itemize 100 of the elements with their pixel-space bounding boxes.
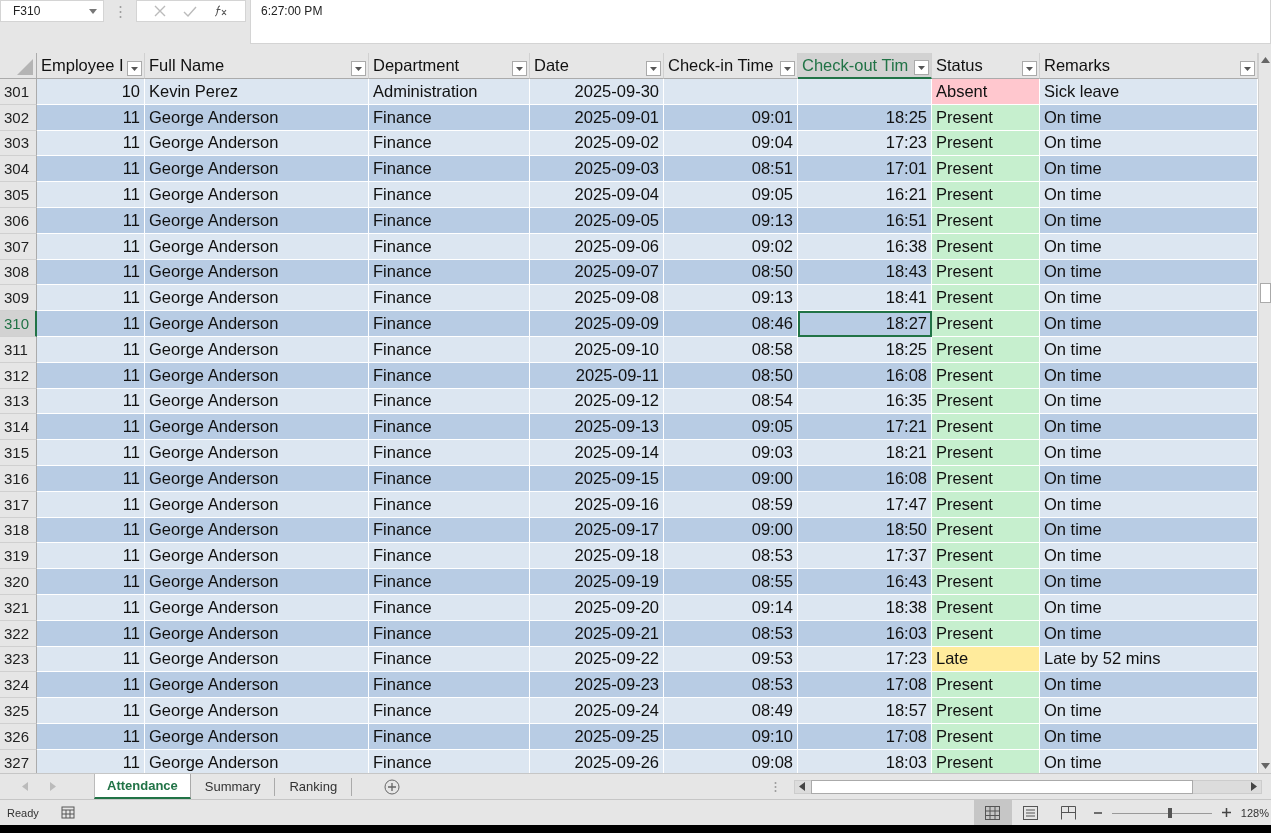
- column-header[interactable]: Full Name: [145, 53, 369, 79]
- row-number[interactable]: 316: [0, 465, 37, 492]
- table-cell: Present: [932, 156, 1040, 183]
- row-number[interactable]: 310: [0, 311, 37, 337]
- table-cell: Finance: [369, 620, 530, 647]
- grip-icon[interactable]: [774, 780, 778, 793]
- table-cell: 2025-09-14: [530, 440, 664, 466]
- scroll-left-icon[interactable]: [799, 782, 806, 791]
- row-number[interactable]: 305: [0, 182, 37, 208]
- table-cell: 18:50: [798, 517, 932, 544]
- table-cell: 17:08: [798, 723, 932, 750]
- table-cell: 2025-09-26: [530, 749, 664, 773]
- scroll-right-icon[interactable]: [1251, 782, 1258, 791]
- column-header[interactable]: Check-out Tim: [798, 53, 932, 79]
- table-cell: 11: [37, 749, 145, 773]
- row-number[interactable]: 308: [0, 259, 37, 286]
- row-number[interactable]: 311: [0, 336, 37, 363]
- row-number[interactable]: 318: [0, 517, 37, 544]
- table-cell: 11: [37, 259, 145, 286]
- row-number[interactable]: 315: [0, 440, 37, 466]
- column-header[interactable]: Department: [369, 53, 530, 79]
- column-header[interactable]: Date: [530, 53, 664, 79]
- sheet-tab[interactable]: Attendance: [94, 774, 191, 799]
- row-number[interactable]: 320: [0, 569, 37, 595]
- filter-button[interactable]: [351, 61, 366, 76]
- filter-button[interactable]: [512, 61, 527, 76]
- row-number[interactable]: 324: [0, 672, 37, 699]
- zoom-out-icon[interactable]: [1093, 811, 1102, 814]
- sheet-tab[interactable]: Ranking: [275, 777, 353, 796]
- table-cell: Present: [932, 362, 1040, 389]
- table-cell: On time: [1040, 208, 1258, 234]
- row-number[interactable]: 323: [0, 646, 37, 673]
- slider-thumb[interactable]: [1167, 807, 1172, 818]
- grip-icon: [119, 5, 122, 19]
- row-number[interactable]: 326: [0, 723, 37, 750]
- table-cell: 16:43: [798, 569, 932, 595]
- scroll-up-icon[interactable]: [1260, 57, 1270, 63]
- row-number[interactable]: 309: [0, 285, 37, 312]
- row-number[interactable]: 321: [0, 594, 37, 621]
- table-cell: 11: [37, 646, 145, 673]
- row-number[interactable]: 317: [0, 491, 37, 518]
- filter-button[interactable]: [646, 61, 661, 76]
- table-cell: 08:49: [664, 698, 798, 724]
- scrollbar-thumb[interactable]: [811, 779, 1194, 794]
- row-number[interactable]: 312: [0, 362, 37, 389]
- row-number[interactable]: 322: [0, 620, 37, 647]
- macro-recorder-icon[interactable]: [60, 806, 75, 819]
- table-cell: On time: [1040, 104, 1258, 131]
- function-icon[interactable]: [214, 5, 229, 17]
- filter-button[interactable]: [1240, 61, 1255, 76]
- normal-view-button[interactable]: [973, 800, 1012, 825]
- table-cell: George Anderson: [145, 569, 369, 595]
- row-number[interactable]: 307: [0, 233, 37, 260]
- row-number[interactable]: 319: [0, 543, 37, 570]
- table-cell: 08:55: [664, 569, 798, 595]
- table-cell: Present: [932, 208, 1040, 234]
- table-cell: Present: [932, 104, 1040, 131]
- row-number[interactable]: 314: [0, 414, 37, 441]
- table-cell: 16:08: [798, 465, 932, 492]
- table-cell: 18:21: [798, 440, 932, 466]
- zoom-level[interactable]: 128%: [1240, 806, 1269, 819]
- table-cell: Finance: [369, 491, 530, 518]
- zoom-in-icon[interactable]: [1221, 808, 1231, 817]
- table-cell: 11: [37, 543, 145, 570]
- filter-button[interactable]: [914, 60, 929, 75]
- column-header[interactable]: Check-in Time: [664, 53, 798, 79]
- row-number[interactable]: 303: [0, 130, 37, 157]
- scroll-down-icon[interactable]: [1260, 763, 1270, 769]
- table-cell: 11: [37, 156, 145, 183]
- row-number[interactable]: 302: [0, 104, 37, 131]
- row-number[interactable]: 325: [0, 698, 37, 724]
- table-cell: 11: [37, 491, 145, 518]
- table-cell: Finance: [369, 208, 530, 234]
- table-cell: Late by 52 mins: [1040, 646, 1258, 673]
- row-number[interactable]: 304: [0, 156, 37, 183]
- column-header[interactable]: Remarks: [1040, 53, 1258, 79]
- scrollbar-thumb[interactable]: [1259, 283, 1271, 303]
- row-number[interactable]: 306: [0, 208, 37, 234]
- table-cell: 17:23: [798, 646, 932, 673]
- table-cell: George Anderson: [145, 182, 369, 208]
- table-cell: On time: [1040, 388, 1258, 415]
- row-number[interactable]: 301: [0, 79, 37, 105]
- name-box[interactable]: F310: [0, 0, 104, 22]
- zoom-slider[interactable]: [1111, 805, 1212, 820]
- sheet-tab[interactable]: Summary: [190, 777, 276, 796]
- filter-button[interactable]: [1022, 61, 1037, 76]
- table-cell: On time: [1040, 491, 1258, 518]
- check-icon[interactable]: [183, 5, 197, 17]
- formula-field[interactable]: 6:27:00 PM: [250, 0, 1271, 44]
- table-cell: 16:38: [798, 233, 932, 260]
- row-number[interactable]: 313: [0, 388, 37, 415]
- table-cell: Finance: [369, 259, 530, 286]
- column-header[interactable]: Employee I: [37, 53, 145, 79]
- add-sheet-icon[interactable]: [384, 778, 401, 795]
- filter-button[interactable]: [780, 61, 795, 76]
- filter-button[interactable]: [127, 61, 142, 76]
- table-cell: 11: [37, 285, 145, 312]
- table-cell: Present: [932, 620, 1040, 647]
- table-cell: 11: [37, 698, 145, 724]
- column-header[interactable]: Status: [932, 53, 1040, 79]
